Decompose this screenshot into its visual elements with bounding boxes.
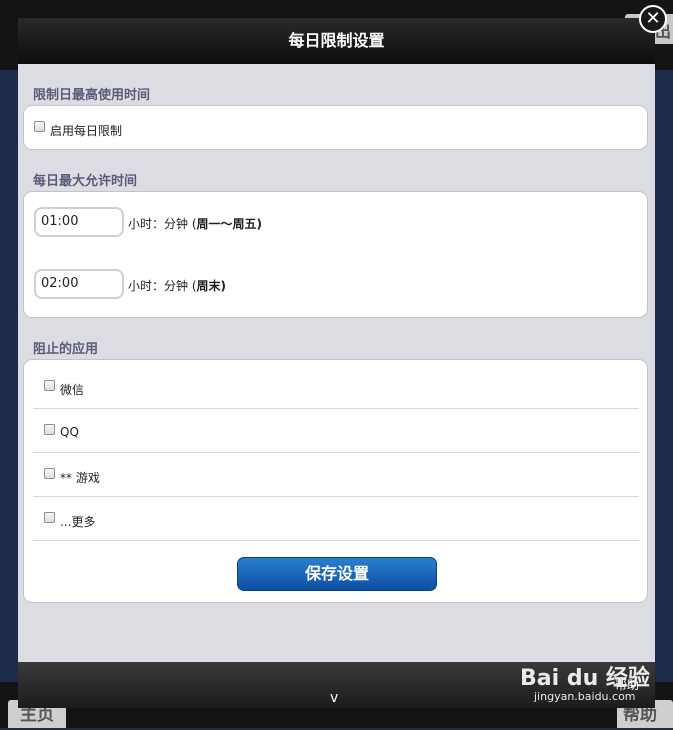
watermark: Bai du 经验 jingyan.baidu.com xyxy=(520,660,650,703)
weekday-time-input[interactable]: 01:00 xyxy=(34,207,124,237)
weekday-close-text: ) xyxy=(256,217,262,231)
app-label-wechat: 微信 xyxy=(60,383,85,397)
watermark-url: jingyan.baidu.com xyxy=(534,690,636,703)
app-label-more: ...更多 xyxy=(60,515,96,529)
section-label-daily-limit: 限制日最高使用时间 xyxy=(33,88,151,103)
app-checkbox-wechat[interactable] xyxy=(44,380,55,391)
daily-limit-panel: 启用每日限制 xyxy=(23,105,648,150)
weekday-days-text: 周一～周五 xyxy=(196,217,257,231)
section-label-max-time: 每日最大允许时间 xyxy=(33,174,138,189)
weekend-time-input[interactable]: 02:00 xyxy=(34,269,124,299)
weekend-unit-label: 小时：分钟 (周末) xyxy=(128,277,226,294)
app-label-games: ** 游戏 xyxy=(60,471,100,485)
weekend-days-text: 周末 xyxy=(196,279,221,293)
section-label-blocked-apps: 阻止的应用 xyxy=(33,342,99,357)
close-icon[interactable]: ✕ xyxy=(639,5,667,33)
list-divider xyxy=(33,408,639,409)
chevron-down-icon[interactable]: v xyxy=(330,690,338,706)
app-checkbox-qq[interactable] xyxy=(44,424,55,435)
enable-daily-limit-checkbox[interactable] xyxy=(34,121,45,132)
app-checkbox-more[interactable] xyxy=(44,512,55,523)
list-divider xyxy=(33,540,639,541)
daily-limit-dialog: 每日限制设置 限制日最高使用时间 启用每日限制 每日最大允许时间 01:00 小… xyxy=(18,18,655,708)
blocked-apps-panel: 微信 QQ ** 游戏 ...更多 保存设置 xyxy=(23,359,648,603)
enable-daily-limit-label: 启用每日限制 xyxy=(50,124,123,138)
weekday-unit-text: 小时：分钟 ( xyxy=(128,217,197,231)
weekend-unit-text: 小时：分钟 ( xyxy=(128,279,197,293)
save-settings-button[interactable]: 保存设置 xyxy=(237,557,437,591)
app-label-qq: QQ xyxy=(60,425,79,439)
watermark-brand: Bai du 经验 xyxy=(520,666,650,691)
max-time-panel: 01:00 小时：分钟 (周一～周五) 02:00 小时：分钟 (周末) xyxy=(23,191,648,318)
weekday-unit-label: 小时：分钟 (周一～周五) xyxy=(128,215,262,232)
dialog-title: 每日限制设置 xyxy=(288,31,385,50)
list-divider xyxy=(33,496,639,497)
list-divider xyxy=(33,452,639,453)
weekend-close-text: ) xyxy=(220,279,226,293)
app-checkbox-games[interactable] xyxy=(44,468,55,479)
dialog-header: 每日限制设置 xyxy=(18,18,655,64)
